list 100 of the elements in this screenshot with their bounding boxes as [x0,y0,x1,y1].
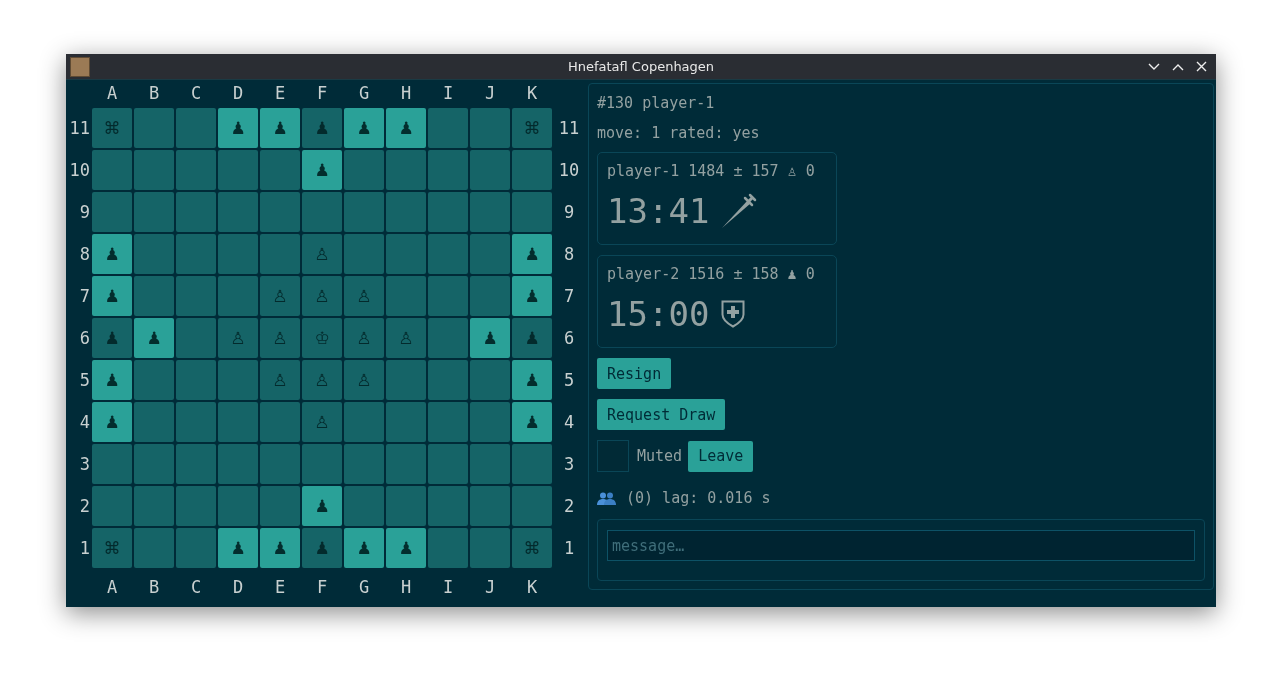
board-square[interactable]: ♟ [92,276,132,316]
leave-button[interactable]: Leave [688,440,754,472]
board-square[interactable] [470,192,510,232]
board-square[interactable] [176,360,216,400]
board-square[interactable] [470,150,510,190]
board-square[interactable] [92,486,132,526]
board-square[interactable]: ♟ [260,108,300,148]
board-square[interactable] [428,402,468,442]
minimize-icon[interactable] [1148,62,1160,71]
board-square[interactable] [92,444,132,484]
board-square[interactable] [176,150,216,190]
close-icon[interactable] [1196,61,1207,72]
board-square[interactable] [176,486,216,526]
board-square[interactable] [512,192,552,232]
board-square[interactable] [386,276,426,316]
board-square[interactable] [428,360,468,400]
board-square[interactable] [134,402,174,442]
board-square[interactable]: ♟ [92,402,132,442]
board-square[interactable] [218,486,258,526]
board-square[interactable] [386,360,426,400]
board-square[interactable] [470,276,510,316]
board-square[interactable]: ♟ [470,318,510,358]
board-square[interactable]: ♟ [386,528,426,568]
board-square[interactable] [428,486,468,526]
board-square[interactable] [134,276,174,316]
board-square[interactable] [134,234,174,274]
board-square[interactable] [218,276,258,316]
board-square[interactable]: ♟ [512,276,552,316]
board-square[interactable] [344,402,384,442]
board-square[interactable] [428,276,468,316]
board-square[interactable] [260,486,300,526]
board-square[interactable] [386,402,426,442]
board-square[interactable] [134,192,174,232]
board-square[interactable] [344,192,384,232]
board-square[interactable]: ♟ [134,318,174,358]
board-square[interactable] [512,150,552,190]
board-square[interactable] [428,444,468,484]
board-square[interactable] [470,528,510,568]
board-square[interactable]: ♟ [386,108,426,148]
board-square[interactable] [386,150,426,190]
board-square[interactable] [260,150,300,190]
board-square[interactable] [176,528,216,568]
board-square[interactable] [176,318,216,358]
board-square[interactable] [176,444,216,484]
resign-button[interactable]: Resign [597,358,672,389]
board-square[interactable] [176,192,216,232]
board-square[interactable] [386,234,426,274]
board-square[interactable] [176,402,216,442]
board-square[interactable] [386,444,426,484]
board-square[interactable]: ♟ [512,402,552,442]
board-square[interactable]: ♟ [302,150,342,190]
board-square[interactable]: ♟ [218,528,258,568]
board-square[interactable] [134,486,174,526]
board-square[interactable]: ♟ [512,360,552,400]
board-square[interactable] [428,150,468,190]
board-square[interactable]: ♟ [344,528,384,568]
board-square[interactable] [428,528,468,568]
board-square[interactable] [92,150,132,190]
board-square[interactable] [260,444,300,484]
board-square[interactable] [344,150,384,190]
board-square[interactable] [176,234,216,274]
board-square[interactable] [218,402,258,442]
board-square[interactable] [470,360,510,400]
board-square[interactable] [302,192,342,232]
board-square[interactable] [92,192,132,232]
board-square[interactable] [218,444,258,484]
board-square[interactable] [470,444,510,484]
board-square[interactable] [302,444,342,484]
request-draw-button[interactable]: Request Draw [597,399,726,430]
maximize-icon[interactable] [1172,62,1184,71]
board-square[interactable]: ♟ [302,486,342,526]
board-square[interactable]: ♟ [92,360,132,400]
muted-checkbox[interactable] [597,440,629,472]
board-square[interactable]: ♟ [512,234,552,274]
board-square[interactable] [134,150,174,190]
board-square[interactable] [344,486,384,526]
board-square[interactable] [134,108,174,148]
board-square[interactable] [470,402,510,442]
board-square[interactable] [428,318,468,358]
board-square[interactable] [512,486,552,526]
board-square[interactable] [134,444,174,484]
board-square[interactable] [260,234,300,274]
board-square[interactable] [428,108,468,148]
message-field[interactable]: message… [607,530,1195,561]
board-square[interactable] [470,234,510,274]
board-square[interactable] [260,402,300,442]
board-square[interactable]: ♟ [92,234,132,274]
board-square[interactable]: ♟ [344,108,384,148]
board-square[interactable] [386,192,426,232]
board-square[interactable] [344,234,384,274]
board-square[interactable] [218,234,258,274]
board-square[interactable] [134,528,174,568]
board-square[interactable] [470,486,510,526]
board-square[interactable]: ♟ [260,528,300,568]
board-square[interactable] [176,108,216,148]
board-square[interactable] [176,276,216,316]
board-square[interactable] [428,192,468,232]
board-square[interactable] [512,444,552,484]
board-square[interactable] [134,360,174,400]
board-square[interactable]: ♟ [218,108,258,148]
